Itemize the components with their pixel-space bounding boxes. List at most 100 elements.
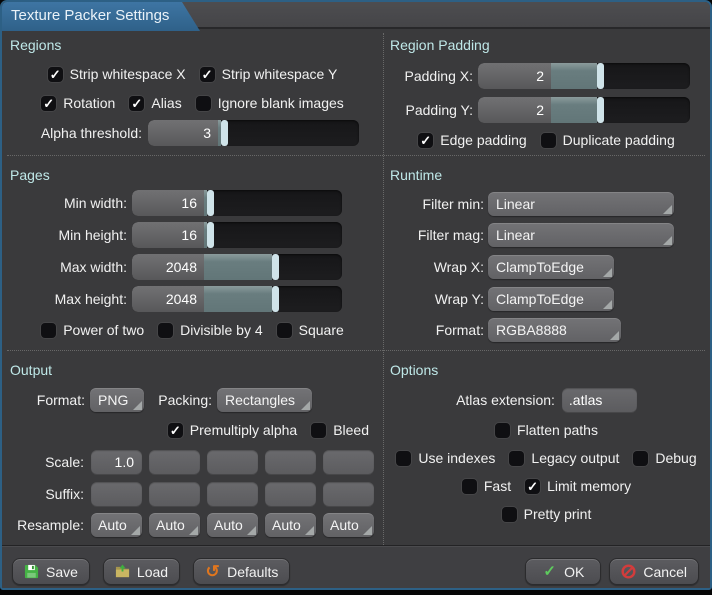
divisible-by-4-checkbox[interactable] [158, 323, 173, 338]
scale-field-3[interactable] [207, 450, 258, 474]
ok-button[interactable]: ✓ OK [525, 558, 601, 585]
runtime-format-value: RGBA8888 [496, 322, 567, 338]
strip-whitespace-y-checkbox[interactable] [200, 67, 215, 82]
rotation-checkbox[interactable] [41, 96, 56, 111]
padding-y-value[interactable]: 2 [478, 97, 551, 123]
defaults-button[interactable]: ↺ Defaults [193, 558, 290, 585]
use-indexes-checkbox[interactable] [396, 451, 411, 466]
max-width-value[interactable]: 2048 [132, 254, 204, 280]
output-format-select[interactable]: PNG [90, 388, 144, 412]
resample-select-4[interactable]: Auto [265, 513, 316, 537]
min-width-value[interactable]: 16 [132, 190, 204, 216]
ok-check-icon: ✓ [542, 564, 557, 579]
texture-packer-settings-dialog: Texture Packer Settings Regions Strip wh… [0, 0, 712, 590]
duplicate-padding-checkbox[interactable] [541, 133, 556, 148]
alpha-threshold-slider[interactable]: 3 [148, 120, 359, 146]
alpha-threshold-label: Alpha threshold: [2, 120, 142, 146]
padding-x-slider[interactable]: 2 [478, 63, 690, 89]
min-width-slider[interactable]: 16 [132, 190, 342, 216]
square-checkbox[interactable] [277, 323, 292, 338]
scale-field-4[interactable] [265, 450, 316, 474]
strip-whitespace-y-label: Strip whitespace Y [222, 66, 338, 82]
min-height-slider[interactable]: 16 [132, 222, 342, 248]
suffix-field-1[interactable] [91, 482, 142, 506]
save-floppy-icon [24, 564, 39, 579]
slider-track[interactable] [228, 120, 359, 146]
slider-track[interactable] [279, 254, 342, 280]
wrap-y-select[interactable]: ClampToEdge [488, 287, 614, 311]
save-button[interactable]: Save [12, 558, 90, 585]
scale-field-1[interactable]: 1.0 [91, 450, 142, 474]
padding-y-slider[interactable]: 2 [478, 97, 690, 123]
wrap-x-select[interactable]: ClampToEdge [488, 255, 614, 279]
options-section-title: Options [390, 362, 438, 378]
use-indexes-label: Use indexes [418, 450, 495, 466]
runtime-format-select[interactable]: RGBA8888 [488, 318, 621, 342]
max-height-value[interactable]: 2048 [132, 286, 204, 312]
slider-handle[interactable] [597, 63, 604, 89]
bleed-checkbox[interactable] [311, 423, 326, 438]
suffix-field-5[interactable] [323, 482, 374, 506]
packing-select[interactable]: Rectangles [217, 388, 312, 412]
premultiply-alpha-label: Premultiply alpha [190, 422, 297, 438]
alias-checkbox[interactable] [129, 96, 144, 111]
max-height-slider[interactable]: 2048 [132, 286, 342, 312]
debug-checkbox[interactable] [633, 451, 648, 466]
atlas-extension-field[interactable]: .atlas [562, 388, 637, 412]
square-label: Square [299, 322, 344, 338]
debug-label: Debug [655, 450, 696, 466]
strip-whitespace-x-checkbox[interactable] [48, 67, 63, 82]
load-button[interactable]: Load [103, 558, 180, 585]
dropdown-arrow-icon [603, 300, 612, 309]
slider-track[interactable] [604, 97, 690, 123]
resample-select-2[interactable]: Auto [149, 513, 200, 537]
slider-handle[interactable] [207, 190, 214, 216]
runtime-section: Runtime Filter min: Linear Filter mag: L… [383, 155, 710, 350]
slider-handle[interactable] [272, 254, 279, 280]
filter-mag-select[interactable]: Linear [488, 223, 674, 247]
fast-checkbox[interactable] [462, 479, 477, 494]
ignore-blank-images-checkbox[interactable] [196, 96, 211, 111]
power-of-two-label: Power of two [63, 322, 144, 338]
slider-track[interactable] [604, 63, 690, 89]
suffix-field-2[interactable] [149, 482, 200, 506]
cancel-button[interactable]: Cancel [609, 558, 699, 585]
slider-handle[interactable] [597, 97, 604, 123]
slider-fill [204, 286, 272, 312]
resample-select-3[interactable]: Auto [207, 513, 258, 537]
scale-field-5[interactable] [323, 450, 374, 474]
slider-handle[interactable] [207, 222, 214, 248]
filter-mag-value: Linear [496, 227, 535, 243]
limit-memory-checkbox[interactable] [525, 479, 540, 494]
alpha-threshold-value[interactable]: 3 [148, 120, 218, 146]
power-of-two-checkbox[interactable] [41, 323, 56, 338]
suffix-field-3[interactable] [207, 482, 258, 506]
slider-track[interactable] [214, 222, 342, 248]
slider-handle[interactable] [272, 286, 279, 312]
slider-track[interactable] [279, 286, 342, 312]
slider-track[interactable] [214, 190, 342, 216]
wrap-y-label: Wrap Y: [383, 287, 484, 311]
min-height-value[interactable]: 16 [132, 222, 204, 248]
bleed-label: Bleed [333, 422, 369, 438]
padding-x-value[interactable]: 2 [478, 63, 551, 89]
cancel-no-entry-icon [621, 564, 636, 579]
filter-min-select[interactable]: Linear [488, 192, 674, 216]
flatten-paths-checkbox[interactable] [495, 423, 510, 438]
max-width-slider[interactable]: 2048 [132, 254, 342, 280]
pretty-print-checkbox[interactable] [502, 507, 517, 522]
edge-padding-checkbox[interactable] [418, 133, 433, 148]
premultiply-alpha-checkbox[interactable] [168, 423, 183, 438]
resample-select-1[interactable]: Auto [91, 513, 142, 537]
title-tab: Texture Packer Settings [2, 2, 200, 31]
suffix-field-4[interactable] [265, 482, 316, 506]
padding-x-label: Padding X: [383, 63, 473, 89]
title-bar[interactable]: Texture Packer Settings [2, 2, 710, 29]
slider-fill [204, 254, 272, 280]
legacy-output-checkbox[interactable] [509, 451, 524, 466]
slider-handle[interactable] [221, 120, 228, 146]
resample-select-5[interactable]: Auto [323, 513, 374, 537]
duplicate-padding-label: Duplicate padding [563, 132, 675, 148]
scale-field-2[interactable] [149, 450, 200, 474]
window-title: Texture Packer Settings [2, 2, 200, 29]
